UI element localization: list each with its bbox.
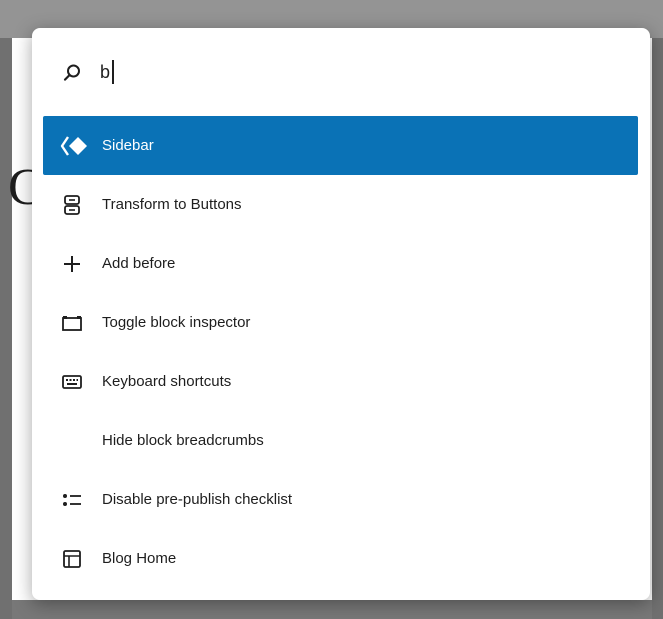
command-item-keyboard-shortcuts[interactable]: Keyboard shortcuts: [43, 352, 638, 411]
layout-icon: [60, 547, 84, 571]
command-item-hide-block-breadcrumbs[interactable]: Hide block breadcrumbs: [43, 411, 638, 470]
command-search-input[interactable]: [100, 56, 620, 88]
text-caret: [112, 60, 114, 84]
command-item-label: Add before: [102, 255, 176, 272]
command-palette: Sidebar Transform to Buttons Add before: [32, 28, 650, 600]
checklist-icon: [60, 488, 84, 512]
block-inspector-icon: [60, 311, 84, 335]
keyboard-icon: [60, 370, 84, 394]
command-item-label: Transform to Buttons: [102, 196, 242, 213]
buttons-icon: [60, 193, 84, 217]
command-item-add-before[interactable]: Add before: [43, 234, 638, 293]
command-item-transform-to-buttons[interactable]: Transform to Buttons: [43, 175, 638, 234]
command-item-label: Disable pre-publish checklist: [102, 491, 293, 508]
search-icon: [62, 63, 82, 83]
command-item-disable-pre-publish-checklist[interactable]: Disable pre-publish checklist: [43, 470, 638, 529]
command-item-blog-home[interactable]: Blog Home: [43, 529, 638, 588]
command-item-label: Sidebar: [102, 137, 154, 154]
command-item-label: Keyboard shortcuts: [102, 373, 232, 390]
sidebar-diamond-icon: [60, 134, 87, 158]
command-item-sidebar[interactable]: Sidebar: [43, 116, 638, 175]
command-item-toggle-block-inspector[interactable]: Toggle block inspector: [43, 293, 638, 352]
overlay-bottom: [12, 600, 652, 619]
command-item-label: Blog Home: [102, 550, 177, 567]
search-row: [32, 28, 650, 110]
plus-icon: [60, 252, 84, 276]
overlay-left: [0, 38, 12, 619]
command-item-label: Hide block breadcrumbs: [102, 432, 264, 449]
overlay-right: [652, 38, 663, 619]
command-item-label: Toggle block inspector: [102, 314, 251, 331]
